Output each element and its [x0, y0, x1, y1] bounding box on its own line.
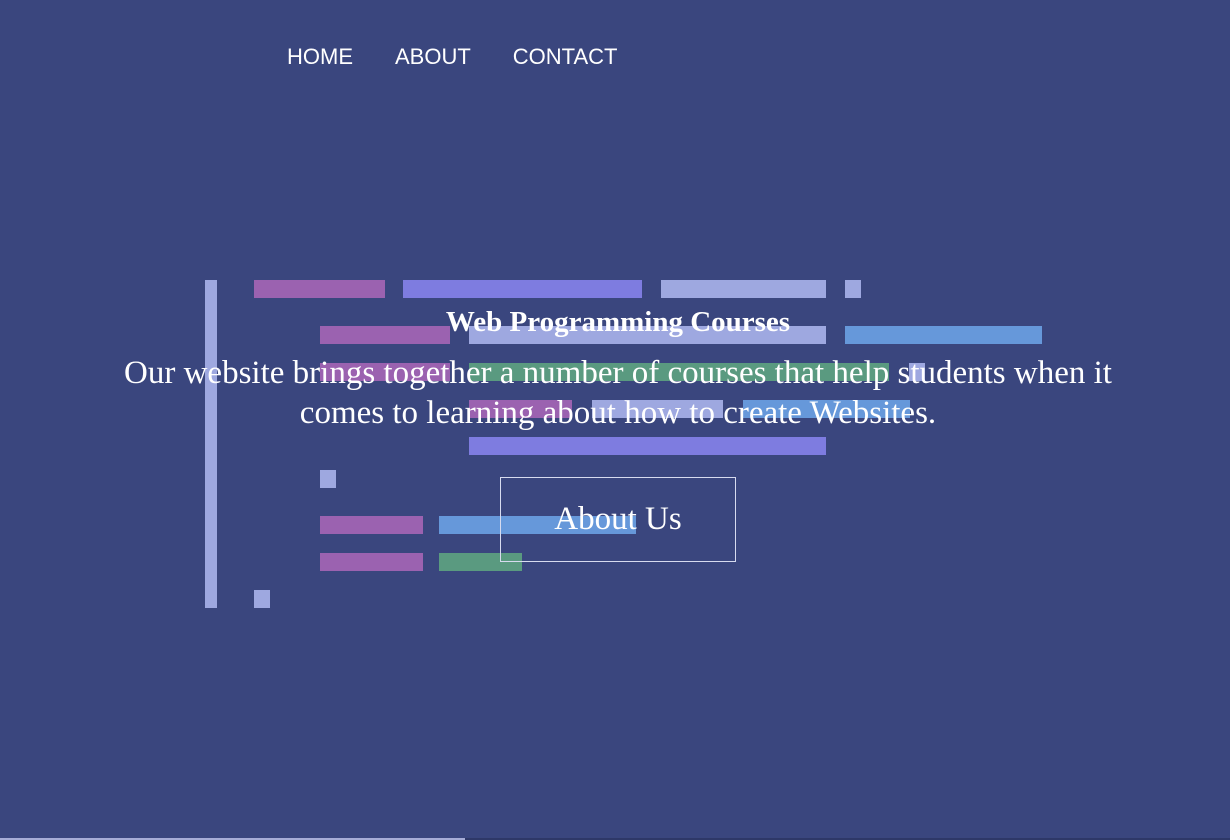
hero-title: Web Programming Courses [445, 306, 791, 338]
code-line-bar [320, 470, 336, 488]
code-line-bar [254, 590, 270, 608]
nav-contact-link[interactable]: CONTACT [513, 43, 618, 71]
code-line-bar [845, 280, 861, 298]
nav-home-link[interactable]: HOME [287, 43, 353, 71]
code-line-bar [469, 437, 826, 455]
code-line-bar [403, 280, 642, 298]
code-line-bar [661, 280, 826, 298]
code-line-bar [254, 280, 385, 298]
code-line-bar [320, 553, 423, 571]
about-us-button[interactable]: About Us [500, 477, 736, 562]
nav-about-link[interactable]: ABOUT [395, 43, 471, 71]
main-nav: HOME ABOUT CONTACT [287, 43, 618, 71]
hero-description: Our website brings together a number of … [124, 355, 1112, 431]
code-line-bar [320, 516, 423, 534]
